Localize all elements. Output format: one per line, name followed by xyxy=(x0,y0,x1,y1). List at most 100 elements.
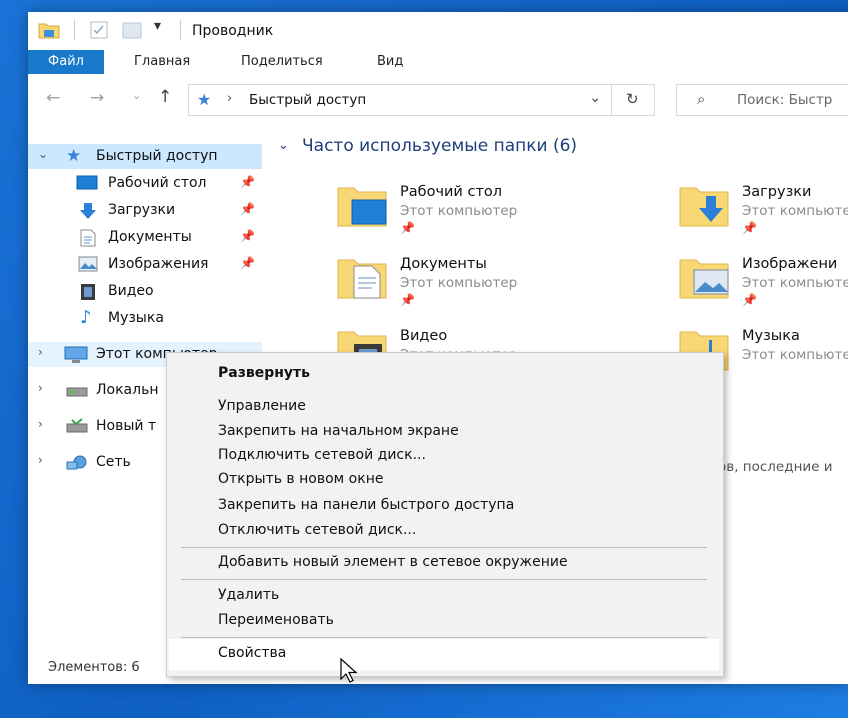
address-path[interactable]: Быстрый доступ xyxy=(249,92,366,108)
recent-locations-icon[interactable]: ⌄ xyxy=(132,89,141,102)
sidebar-item-label: Рабочий стол xyxy=(108,175,207,191)
address-dropdown-icon[interactable]: ⌄ xyxy=(589,90,601,106)
folder-location: Этот компьютер xyxy=(742,347,848,363)
sidebar-item-label: Изображения xyxy=(108,256,209,272)
back-icon[interactable]: ← xyxy=(46,88,60,108)
window-title: Проводник xyxy=(192,23,274,39)
menu-item-delete[interactable]: Удалить xyxy=(218,587,279,603)
pictures-folder-icon xyxy=(678,254,730,300)
search-box[interactable]: ⌕ Поиск: Быстр xyxy=(676,84,848,116)
sidebar-item-label: Сеть xyxy=(96,454,131,470)
refresh-icon: ↻ xyxy=(626,90,639,108)
context-menu: Развернуть Управление Закрепить на начал… xyxy=(166,352,724,677)
folder-tile-documents[interactable]: Документы Этот компьютер 📌 xyxy=(328,250,618,312)
menu-item-open-new-window[interactable]: Открыть в новом окне xyxy=(218,471,383,487)
breadcrumb-chevron-icon[interactable]: › xyxy=(227,91,232,106)
desktop-folder-icon xyxy=(336,182,388,228)
folder-name: Документы xyxy=(400,256,487,272)
folder-tile-desktop[interactable]: Рабочий стол Этот компьютер 📌 xyxy=(328,178,618,240)
menu-item-pin-quick-access[interactable]: Закрепить на панели быстрого доступа xyxy=(218,497,514,513)
pictures-icon xyxy=(78,256,98,272)
menu-separator xyxy=(181,579,707,580)
sidebar-item-label: Локальн xyxy=(96,382,159,398)
search-input[interactable]: Поиск: Быстр xyxy=(737,92,832,108)
sidebar-item-documents[interactable]: Документы 📌 xyxy=(28,225,262,250)
address-row: ← → ⌄ ↑ ★ › Быстрый доступ ⌄ ↻ ⌕ Поиск: … xyxy=(28,74,848,126)
folder-name: Видео xyxy=(400,328,448,344)
menu-item-rename[interactable]: Переименовать xyxy=(218,612,334,628)
pin-icon[interactable]: 📌 xyxy=(240,229,255,243)
pin-icon[interactable]: 📌 xyxy=(240,256,255,270)
forward-icon[interactable]: → xyxy=(90,88,104,108)
chevron-down-icon[interactable]: ⌄ xyxy=(38,147,48,161)
folder-name: Музыка xyxy=(742,328,800,344)
folder-location: Этот компьютер xyxy=(400,203,518,219)
properties-check-icon[interactable] xyxy=(90,21,108,43)
pin-icon: 📌 xyxy=(400,293,415,307)
tab-home[interactable]: Главная xyxy=(134,50,190,74)
sidebar-item-label: Быстрый доступ xyxy=(96,148,218,164)
network-icon xyxy=(66,454,87,470)
menu-item-disconnect-drive[interactable]: Отключить сетевой диск... xyxy=(218,522,416,538)
video-icon xyxy=(80,283,100,300)
documents-icon xyxy=(80,229,100,247)
folder-location: Этот компьютер xyxy=(742,203,848,219)
tab-view[interactable]: Вид xyxy=(377,50,403,74)
title-bar: ▾ Проводник xyxy=(28,12,848,48)
computer-icon xyxy=(64,346,88,363)
sidebar-item-label: Загрузки xyxy=(108,202,176,218)
ribbon-tabs: Файл Главная Поделиться Вид xyxy=(28,50,848,75)
up-icon[interactable]: ↑ xyxy=(158,87,172,107)
folder-name: Загрузки xyxy=(742,184,812,200)
star-icon: ★ xyxy=(66,146,82,166)
documents-folder-icon xyxy=(336,254,388,300)
new-folder-icon[interactable] xyxy=(122,21,142,43)
sidebar-item-video[interactable]: Видео xyxy=(28,279,262,304)
sidebar-item-downloads[interactable]: Загрузки 📌 xyxy=(28,198,262,223)
music-icon: ♪ xyxy=(80,307,92,328)
menu-item-properties[interactable]: Свойства xyxy=(218,645,286,661)
pin-icon: 📌 xyxy=(742,293,757,307)
pin-icon[interactable]: 📌 xyxy=(240,202,255,216)
sidebar-item-label: Новый т xyxy=(96,418,157,434)
menu-item-map-drive[interactable]: Подключить сетевой диск... xyxy=(218,447,426,463)
chevron-right-icon[interactable]: › xyxy=(38,345,43,359)
folder-tile-pictures[interactable]: Изображени Этот компьютер 📌 xyxy=(670,250,848,312)
menu-item-manage[interactable]: Управление xyxy=(218,398,306,414)
folder-name: Изображени xyxy=(742,256,838,272)
mouse-cursor-icon xyxy=(340,657,358,688)
desktop-icon xyxy=(76,175,98,191)
sidebar-item-label: Видео xyxy=(108,283,154,299)
pin-icon: 📌 xyxy=(400,221,415,235)
sidebar-item-label: Документы xyxy=(108,229,192,245)
chevron-right-icon[interactable]: › xyxy=(38,417,43,431)
refresh-button[interactable]: ↻ xyxy=(612,84,655,116)
sidebar-item-desktop[interactable]: Рабочий стол 📌 xyxy=(28,171,262,196)
sidebar-item-pictures[interactable]: Изображения 📌 xyxy=(28,252,262,277)
sidebar-item-quick-access[interactable]: ⌄ ★ Быстрый доступ xyxy=(28,144,262,169)
menu-item-expand[interactable]: Развернуть xyxy=(218,365,310,381)
explorer-folder-icon[interactable] xyxy=(38,21,60,43)
menu-separator xyxy=(181,547,707,548)
drive-icon xyxy=(66,418,88,434)
folder-location: Этот компьютер xyxy=(400,275,518,291)
chevron-right-icon[interactable]: › xyxy=(38,453,43,467)
menu-item-add-network-location[interactable]: Добавить новый элемент в сетевое окружен… xyxy=(218,554,568,570)
menu-separator xyxy=(181,637,707,638)
qat-customize-icon[interactable]: ▾ xyxy=(154,18,161,34)
tab-share[interactable]: Поделиться xyxy=(241,50,323,74)
sidebar-item-music[interactable]: ♪ Музыка xyxy=(28,306,262,331)
qat-divider xyxy=(74,20,75,40)
folder-tile-downloads[interactable]: Загрузки Этот компьютер 📌 xyxy=(670,178,848,240)
menu-item-pin-start[interactable]: Закрепить на начальном экране xyxy=(218,423,459,439)
chevron-down-icon[interactable]: ⌄ xyxy=(278,138,289,153)
pin-icon[interactable]: 📌 xyxy=(240,175,255,189)
address-bar[interactable]: ★ › Быстрый доступ ⌄ xyxy=(188,84,612,116)
chevron-right-icon[interactable]: › xyxy=(38,381,43,395)
quick-access-star-icon: ★ xyxy=(197,90,212,109)
frequent-folders-title[interactable]: Часто используемые папки (6) xyxy=(302,136,577,156)
drive-icon xyxy=(66,382,88,398)
status-item-count: Элементов: 6 xyxy=(48,660,140,675)
tab-file[interactable]: Файл xyxy=(28,50,104,74)
downloads-folder-icon xyxy=(678,182,730,228)
